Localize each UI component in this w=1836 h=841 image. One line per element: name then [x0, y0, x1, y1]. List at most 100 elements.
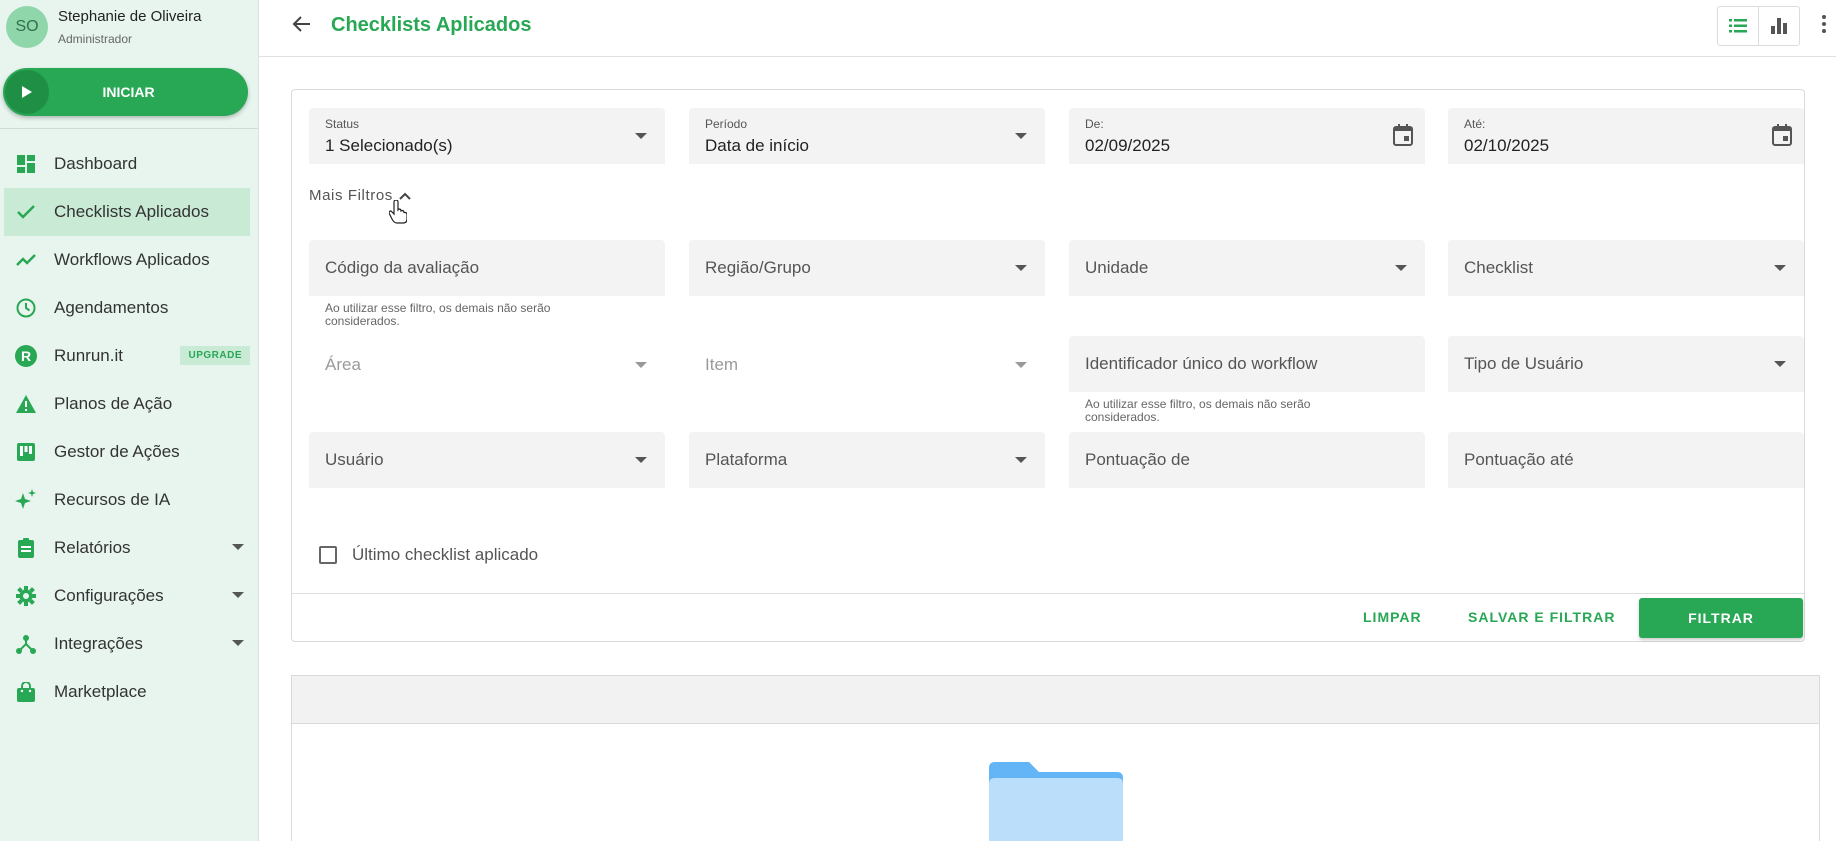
sidebar-item-configuracoes[interactable]: Configurações [4, 572, 250, 620]
gear-icon [4, 586, 48, 606]
upgrade-badge[interactable]: UPGRADE [180, 346, 250, 365]
user-role: Administrador [58, 32, 133, 46]
pontuacao-ate-input[interactable]: Pontuação até [1448, 432, 1804, 488]
sidebar-item-label: Agendamentos [54, 298, 169, 317]
integration-icon [4, 634, 48, 654]
chevron-up-icon [399, 192, 411, 200]
pontuacao-de-input[interactable]: Pontuação de [1069, 432, 1425, 488]
dropdown-arrow-icon [1015, 133, 1027, 139]
unidade-placeholder: Unidade [1085, 258, 1149, 277]
dropdown-arrow-icon [1015, 362, 1027, 368]
sidebar-item-agendamentos[interactable]: Agendamentos [4, 284, 250, 332]
sidebar-item-marketplace[interactable]: Marketplace [4, 668, 250, 716]
unidade-select[interactable]: Unidade [1069, 240, 1425, 296]
workflow-id-placeholder: Identificador único do workflow [1085, 354, 1318, 373]
filtrar-button[interactable]: FILTRAR [1639, 598, 1803, 638]
item-select: Item [689, 337, 1045, 393]
date-from-value: 02/09/2025 [1085, 136, 1171, 155]
check-icon [4, 205, 48, 219]
regiao-placeholder: Região/Grupo [705, 258, 811, 277]
checklist-select[interactable]: Checklist [1448, 240, 1804, 296]
trending-icon [4, 254, 48, 266]
date-to-label: Até: [1464, 117, 1486, 131]
user-name: Stephanie de Oliveira [58, 8, 202, 25]
kanban-icon [4, 443, 48, 461]
more-filters-label: Mais Filtros [309, 187, 393, 204]
start-button[interactable]: INICIAR [3, 68, 248, 116]
sidebar-item-recursos-de-ia[interactable]: Recursos de IA [4, 476, 250, 524]
view-toggle [1717, 6, 1800, 46]
periodo-select[interactable]: Período Data de início [689, 108, 1045, 164]
user-profile[interactable]: SO Stephanie de Oliveira Administrador [6, 6, 201, 48]
limpar-button[interactable]: LIMPAR [1363, 609, 1422, 625]
filter-card: Status 1 Selecionado(s) Período Data de … [291, 89, 1805, 642]
date-to-value: 02/10/2025 [1464, 136, 1550, 155]
chevron-down-icon [232, 544, 244, 550]
sidebar-divider [0, 128, 258, 129]
results-header [292, 676, 1819, 724]
warning-icon [4, 394, 48, 414]
date-to-field[interactable]: Até: 02/10/2025 [1448, 108, 1804, 164]
status-value: 1 Selecionado(s) [325, 136, 453, 155]
back-arrow-icon[interactable] [292, 14, 312, 39]
empty-folder-icon [989, 762, 1123, 841]
sidebar-item-workflows-aplicados[interactable]: Workflows Aplicados [4, 236, 250, 284]
calendar-icon[interactable] [1393, 124, 1413, 151]
bar-chart-icon[interactable] [1758, 7, 1799, 45]
sidebar-item-integracoes[interactable]: Integrações [4, 620, 250, 668]
pontuacao-ate-placeholder: Pontuação até [1464, 450, 1574, 469]
ultimo-checklist-row[interactable]: Último checklist aplicado [319, 545, 538, 565]
pontuacao-de-placeholder: Pontuação de [1085, 450, 1190, 469]
runrun-logo-icon: R [4, 345, 48, 367]
codigo-avaliacao-input[interactable]: Código da avaliação [309, 240, 665, 296]
sidebar-item-gestor-de-acoes[interactable]: Gestor de Ações [4, 428, 250, 476]
calendar-icon[interactable] [1772, 124, 1792, 151]
item-placeholder: Item [705, 355, 739, 374]
sidebar-item-label: Configurações [54, 586, 164, 605]
dropdown-arrow-icon [635, 457, 647, 463]
area-select: Área [309, 337, 665, 393]
usuario-placeholder: Usuário [325, 450, 384, 469]
sidebar-item-label: Workflows Aplicados [54, 250, 210, 269]
list-view-icon[interactable] [1718, 7, 1758, 45]
codigo-placeholder: Código da avaliação [325, 258, 480, 277]
sidebar-item-label: Checklists Aplicados [54, 202, 209, 221]
workflow-id-input[interactable]: Identificador único do workflow [1069, 336, 1425, 392]
sidebar-item-runrunit[interactable]: R Runrun.it UPGRADE [4, 332, 250, 380]
salvar-filtrar-button[interactable]: SALVAR E FILTRAR [1468, 609, 1615, 625]
results-panel [291, 675, 1820, 841]
dropdown-arrow-icon [635, 133, 647, 139]
status-label: Status [325, 117, 360, 131]
sidebar-item-label: Dashboard [54, 154, 138, 173]
tipo-usuario-select[interactable]: Tipo de Usuário [1448, 336, 1804, 392]
clock-icon [4, 298, 48, 318]
ultimo-checklist-checkbox[interactable] [319, 546, 337, 564]
play-icon [5, 70, 49, 114]
sidebar-item-checklists-aplicados[interactable]: Checklists Aplicados [4, 188, 250, 236]
sidebar-item-label: Integrações [54, 634, 143, 653]
tipo-usuario-placeholder: Tipo de Usuário [1464, 354, 1584, 373]
clipboard-icon [4, 538, 48, 558]
hand-cursor-icon [388, 199, 408, 229]
sidebar-item-relatorios[interactable]: Relatórios [4, 524, 250, 572]
ultimo-checklist-label: Último checklist aplicado [352, 545, 539, 564]
date-from-field[interactable]: De: 02/09/2025 [1069, 108, 1425, 164]
status-select[interactable]: Status 1 Selecionado(s) [309, 108, 665, 164]
sidebar-item-label: Marketplace [54, 682, 147, 701]
plataforma-placeholder: Plataforma [705, 450, 788, 469]
sidebar-item-dashboard[interactable]: Dashboard [4, 140, 250, 188]
regiao-grupo-select[interactable]: Região/Grupo [689, 240, 1045, 296]
plataforma-select[interactable]: Plataforma [689, 432, 1045, 488]
dropdown-arrow-icon [1015, 457, 1027, 463]
sidebar-item-planos-de-acao[interactable]: Planos de Ação [4, 380, 250, 428]
usuario-select[interactable]: Usuário [309, 432, 665, 488]
sidebar-nav: Dashboard Checklists Aplicados Workflows… [4, 140, 250, 716]
svg-text:R: R [21, 348, 31, 364]
codigo-hint: Ao utilizar esse filtro, os demais não s… [325, 301, 551, 328]
dashboard-icon [4, 155, 48, 173]
checklist-placeholder: Checklist [1464, 258, 1533, 277]
dropdown-arrow-icon [1774, 361, 1786, 367]
more-options-icon[interactable] [1821, 14, 1827, 39]
avatar: SO [6, 6, 48, 48]
chevron-down-icon [232, 640, 244, 646]
